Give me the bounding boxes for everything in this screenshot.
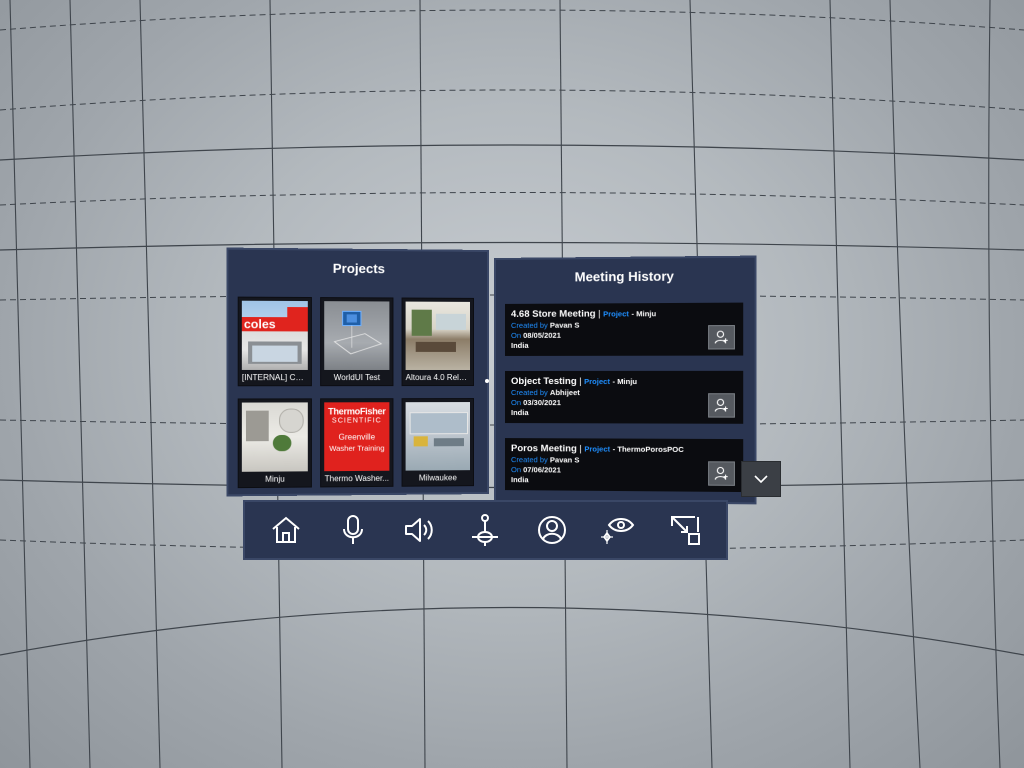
projects-panel: Projects coles [INTERNAL] Col... WorldUI…	[226, 247, 489, 497]
meeting-project-name: Minju	[636, 309, 657, 319]
meeting-project-name: ThermoPorosPOC	[617, 444, 684, 455]
resize-button[interactable]	[663, 508, 707, 552]
meeting-project-label: Project	[603, 309, 629, 319]
project-label: Thermo Washer...	[324, 473, 390, 484]
project-label: Minju	[265, 474, 285, 484]
thermo-logo-line1: ThermoFisher	[328, 406, 386, 417]
worldui-test-thumbnail	[324, 301, 390, 370]
meeting-list: 4.68 Store Meeting | Project - Minju Cre…	[504, 302, 744, 508]
join-meeting-button[interactable]	[708, 393, 735, 418]
meeting-project-label: Project	[584, 444, 611, 454]
meeting-title: Poros Meeting	[510, 443, 577, 455]
project-label: WorldUI Test	[333, 373, 381, 383]
date-label: On	[510, 398, 522, 408]
meeting-card[interactable]: 4.68 Store Meeting | Project - Minju Cre…	[504, 302, 744, 356]
meeting-date: 07/06/2021	[523, 465, 561, 475]
created-by-label: Created by	[510, 320, 548, 330]
project-label: Milwaukee	[418, 473, 457, 483]
microphone-button[interactable]	[331, 508, 375, 552]
home-button[interactable]	[264, 508, 308, 552]
project-label: Altoura 4.0 Rele...	[405, 373, 470, 383]
date-label: On	[510, 330, 522, 340]
meeting-project-label: Project	[584, 376, 610, 387]
project-tile-thermo-washer[interactable]: ThermoFisher SCIENTIFIC Greenville Washe…	[320, 398, 394, 488]
wireframe-cube-icon	[324, 301, 389, 370]
vr-environment: Projects coles [INTERNAL] Col... WorldUI…	[0, 0, 1024, 768]
teleport-icon	[472, 514, 499, 546]
gaze-cursor	[485, 379, 489, 383]
meeting-card[interactable]: Poros Meeting | Project - ThermoPorosPOC…	[504, 438, 744, 493]
office-interior-thumbnail	[405, 301, 470, 370]
date-label: On	[510, 465, 522, 475]
thermo-logo-line3: Greenville	[338, 432, 376, 442]
resize-icon	[670, 516, 700, 545]
view-button[interactable]	[596, 508, 640, 552]
meeting-location: India	[510, 408, 529, 418]
meeting-history-title: Meeting History	[574, 268, 674, 285]
project-tile-worldui-test[interactable]: WorldUI Test	[320, 297, 394, 387]
project-tile-altoura[interactable]: Altoura 4.0 Rele...	[401, 297, 475, 387]
meeting-card[interactable]: Object Testing | Project - Minju Created…	[504, 370, 744, 424]
thermo-fisher-thumbnail: ThermoFisher SCIENTIFIC Greenville Washe…	[324, 402, 390, 472]
home-icon	[272, 516, 300, 543]
created-by-value: Pavan S	[549, 320, 580, 330]
created-by-value: Pavan S	[549, 455, 580, 465]
projects-title: Projects	[332, 260, 385, 277]
created-by-label: Created by	[510, 388, 548, 398]
meeting-date: 08/05/2021	[523, 330, 561, 340]
project-tile-minju[interactable]: Minju	[237, 398, 312, 489]
speaker-button[interactable]	[397, 508, 441, 552]
project-tile-internal-coles[interactable]: coles [INTERNAL] Col...	[237, 296, 312, 387]
add-user-icon	[713, 329, 730, 345]
meeting-location: India	[510, 340, 529, 350]
thermo-logo-line2: SCIENTIFIC	[331, 417, 382, 425]
scroll-down-button[interactable]	[741, 461, 781, 497]
join-meeting-button[interactable]	[708, 461, 735, 486]
teleport-button[interactable]	[463, 508, 507, 552]
bottom-toolbar	[243, 500, 728, 560]
user-profile-button[interactable]	[530, 508, 574, 552]
office-room-thumbnail	[405, 402, 470, 471]
coles-logo-text: coles	[243, 317, 276, 332]
room-interior-thumbnail	[241, 402, 308, 472]
created-by-value: Abhijeet	[549, 388, 580, 398]
project-tile-milwaukee[interactable]: Milwaukee	[401, 398, 475, 487]
project-label: [INTERNAL] Col...	[241, 373, 308, 383]
thermo-logo-line4: Washer Training	[329, 443, 385, 453]
projects-grid: coles [INTERNAL] Col... WorldUI Test Alt…	[237, 296, 478, 489]
meeting-history-panel: Meeting History 4.68 Store Meeting | Pro…	[494, 255, 757, 508]
chevron-down-icon	[754, 475, 768, 484]
add-user-icon	[713, 397, 730, 413]
view-icon	[601, 518, 635, 544]
speaker-icon	[405, 518, 433, 542]
created-by-label: Created by	[510, 455, 548, 465]
meeting-location: India	[510, 475, 529, 485]
join-meeting-button[interactable]	[708, 325, 735, 350]
coles-store-thumbnail: coles	[241, 300, 308, 370]
meeting-project-name: Minju	[617, 376, 638, 387]
microphone-icon	[342, 515, 363, 544]
user-profile-icon	[537, 516, 566, 544]
meeting-title: Object Testing	[510, 375, 577, 388]
meeting-title: 4.68 Store Meeting	[510, 308, 596, 320]
add-user-icon	[713, 465, 730, 481]
meeting-date: 03/30/2021	[523, 398, 561, 408]
